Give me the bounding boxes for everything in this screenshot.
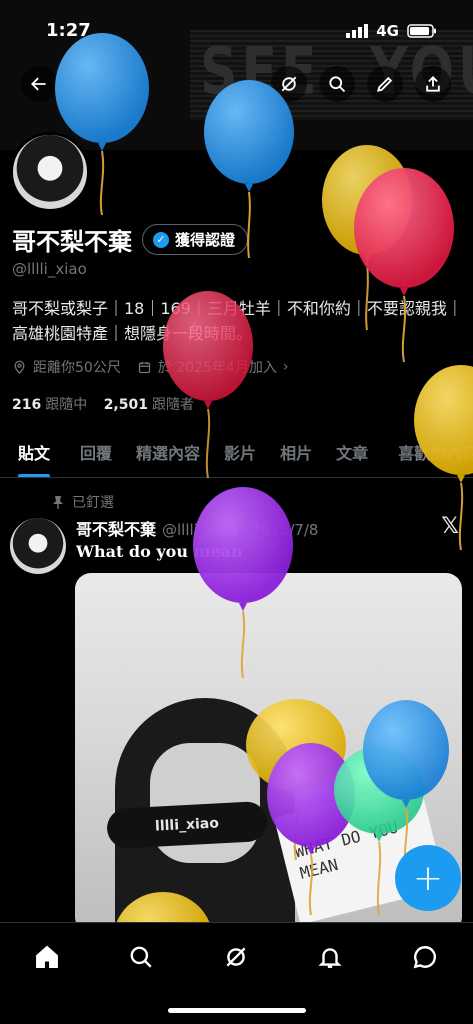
nav-messages[interactable] xyxy=(405,937,445,977)
balloon-blue-3 xyxy=(363,700,449,871)
chat-bubble-icon xyxy=(413,946,437,969)
nav-notifications[interactable] xyxy=(310,937,350,977)
balloon-yellow-2 xyxy=(414,365,473,551)
balloon-blue-2 xyxy=(204,80,294,259)
balloon-red-1 xyxy=(354,168,454,363)
home-icon xyxy=(36,945,58,968)
bell-icon xyxy=(318,948,342,968)
compose-post-button[interactable]: + xyxy=(395,845,461,911)
nav-grok[interactable] xyxy=(216,937,256,977)
balloon-red-2 xyxy=(163,291,253,479)
balloon-purple-1 xyxy=(193,487,293,679)
grok-icon xyxy=(226,947,246,967)
nav-search[interactable] xyxy=(121,937,161,977)
search-icon xyxy=(130,946,152,968)
nav-home[interactable] xyxy=(27,937,67,977)
balloon-blue-1 xyxy=(55,33,149,216)
home-indicator[interactable] xyxy=(168,1008,306,1013)
